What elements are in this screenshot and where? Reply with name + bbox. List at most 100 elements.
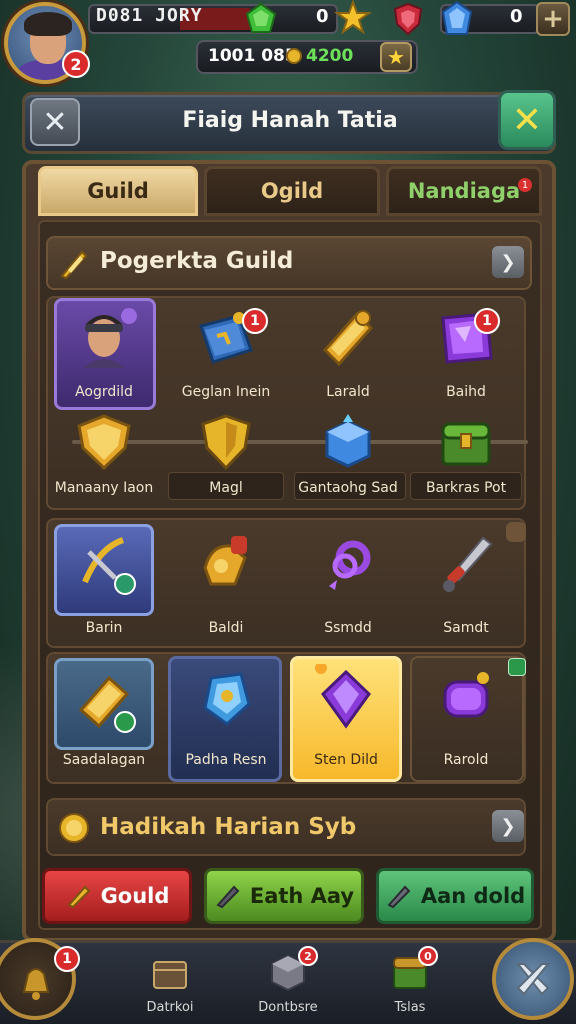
section-expand-button[interactable]: ❯ [492,246,524,278]
star-badge-icon [334,0,372,35]
footer-expand-button[interactable]: ❯ [492,810,524,842]
nav-label: Datrkoi [146,1000,194,1015]
nav-battle-button[interactable] [492,938,574,1020]
blue-cube-icon [325,414,371,468]
nav-item-dontbsre[interactable]: Dontbsre [238,950,338,1015]
avatar-notification-badge: 2 [62,50,90,78]
golden-scroll-icon [322,310,374,367]
gold-amount: 1001 085 [208,46,297,66]
item-gantaohg-sad[interactable]: Gantaohg Sad [292,412,404,496]
item-aogrdild[interactable]: Aogrdild [48,304,160,400]
blue-gem-icon [441,0,473,35]
coin-icon [286,48,302,64]
red-shield-icon [393,2,423,36]
item-label: Rarold [443,752,489,768]
item-barin[interactable]: Barin [48,528,160,636]
add-currency-button[interactable]: + [536,2,570,36]
item-larald[interactable]: Larald [292,304,404,400]
item-notification-badge: 1 [242,308,268,334]
icon-frame [69,304,139,374]
item-label: Baihd [446,384,486,400]
purple-ring-icon [329,540,371,590]
green-gem-icon [245,2,277,33]
item-label: Geglan Inein [181,384,271,400]
item-samdt[interactable]: Samdt [410,528,522,636]
page-title: Fiaig Hanah Tatia [182,108,398,133]
icon-frame [69,528,139,598]
close-button[interactable]: ✕ [30,98,80,146]
arrow-icon [66,885,90,909]
section-title: Pogerkta Guild [100,248,294,274]
favorite-star-button[interactable]: ★ [380,42,412,72]
item-ssmdd[interactable]: Ssmdd [292,528,404,636]
nav-bell-badge: 1 [54,946,80,972]
confirm-button[interactable]: ✕ [498,90,556,150]
item-label: Larald [326,384,370,400]
item-notification-badge: 1 [474,308,500,334]
item-padha-resn[interactable]: Padha Resn [170,664,282,768]
blade-icon [387,885,411,909]
icon-frame [431,528,501,598]
bow-weapon-icon [82,537,136,595]
icon-frame [313,528,383,598]
aan-dold-button[interactable]: Aan dold [376,868,534,924]
coin-medal-icon [59,813,89,843]
action-label: Eath Aay [249,884,355,908]
item-sten-dild[interactable]: Sten Dild [290,662,402,768]
nav-item-tslas[interactable]: Tslas [360,950,460,1015]
item-manaany-iaon[interactable]: Manaany Iaon [48,412,160,496]
eath-aay-button[interactable]: Eath Aay [204,868,364,924]
icon-frame [313,304,383,374]
tab-guild[interactable]: Guild [38,166,198,216]
treasure-chest-icon [441,422,491,466]
player-name: D081 JORY [96,5,203,26]
item-label: Sten Dild [314,752,378,768]
tab-nandiaga[interactable]: Nandiaga [386,166,542,216]
icon-frame [431,664,501,734]
nav-label: Dontbsre [258,1000,318,1015]
action-label: Gould [100,884,170,908]
gould-button[interactable]: Gould [42,868,192,924]
green-gem-value: 0 [316,6,329,27]
item-label: Samdt [443,620,489,636]
gold-shield-icon [77,414,131,471]
item-label: Barin [85,620,123,636]
item-saadalagan[interactable]: Saadalagan [48,664,160,768]
item-barkras-pot[interactable]: Barkras Pot [410,412,522,496]
nav-label: Tslas [394,1000,426,1015]
item-baldi[interactable]: Baldi [170,528,282,636]
icon-frame [311,662,381,734]
gold-bonus: 4200 [306,46,354,66]
footer-section-title: Hadikah Harian Syb [100,814,357,840]
icon-frame [313,412,383,472]
bell-icon [22,968,50,1000]
icon-frame [191,528,261,598]
top-hud: D081 JORY 0 0 + 1001 085 4200 ★ 2 [0,0,576,84]
box-icon [153,961,187,989]
item-label: Barkras Pot [425,480,507,496]
action-label: Aan dold [420,884,526,908]
item-magl[interactable]: Magl [170,412,282,496]
icon-frame [431,412,501,472]
dagger-icon [443,536,493,592]
icon-frame [69,412,139,472]
tab-ogild[interactable]: Ogild [204,166,380,216]
item-label: Padha Resn [185,752,267,768]
item-label: Ssmdd [324,620,372,636]
purple-scroll-icon [443,672,489,718]
nav-item-datrkoi[interactable]: Datrkoi [120,950,220,1015]
item-label: Aogrdild [75,384,133,400]
item-label: Manaany Iaon [54,480,154,496]
blue-orb-icon [203,672,251,726]
item-baihd[interactable]: Baihd [410,304,522,400]
icon-frame [191,412,261,472]
item-label: Magl [209,480,243,496]
feather-icon [216,885,240,909]
warrior-portrait-icon [83,308,137,368]
avatar-hair [24,12,72,36]
item-label: Gantaohg Sad [298,480,398,496]
tab-notification-badge: 1 [518,178,532,192]
golden-tome-icon [78,675,136,733]
crest-shield-icon [201,414,251,471]
item-rarold[interactable]: Rarold [410,664,522,768]
